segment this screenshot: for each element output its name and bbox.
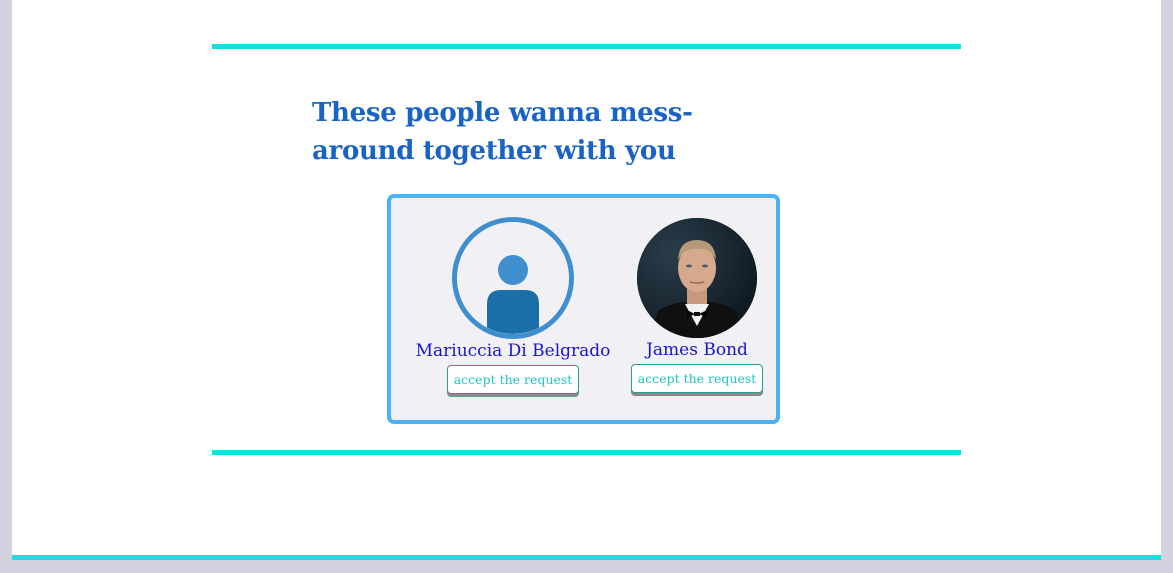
request-item: James Bond accept the request <box>623 218 771 393</box>
accept-request-button[interactable]: accept the request <box>446 365 580 394</box>
requester-name: James Bond <box>646 340 748 360</box>
bottom-divider <box>212 450 961 455</box>
friend-requests-panel: Mariuccia Di Belgrado accept the request <box>387 194 780 424</box>
profile-photo <box>637 218 757 338</box>
request-item: Mariuccia Di Belgrado accept the request <box>411 217 615 394</box>
accept-request-button[interactable]: accept the request <box>630 364 764 393</box>
page-bottom-divider <box>12 555 1161 560</box>
user-silhouette-icon <box>457 222 569 334</box>
default-user-icon <box>452 217 574 339</box>
profile-photo-image <box>637 218 757 338</box>
requester-name: Mariuccia Di Belgrado <box>415 341 611 361</box>
top-divider <box>212 44 961 49</box>
page-title: These people wanna mess-around together … <box>312 98 693 166</box>
